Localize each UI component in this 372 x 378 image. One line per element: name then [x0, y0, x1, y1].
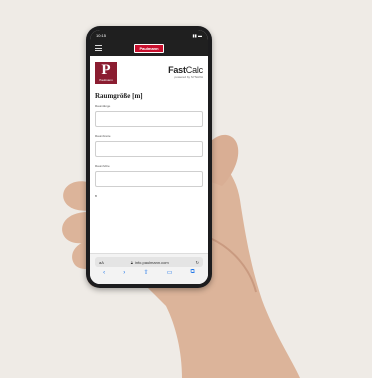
photo-scene: 10:15 ▮▮ ▬ Paulmann P Paulmann FastCalc …: [0, 0, 372, 378]
forward-icon[interactable]: ›: [123, 270, 125, 276]
logo-row: P Paulmann FastCalc powered by SYNAXA: [90, 56, 208, 86]
field-room-length: Raumlänge: [90, 104, 208, 127]
logo-sub: Paulmann: [99, 78, 113, 82]
field-label: Raumlänge: [95, 104, 111, 108]
field-label: Raumhöhe: [95, 164, 110, 168]
brand-logo-pill[interactable]: Paulmann: [134, 43, 164, 53]
signal-battery-icons: ▮▮ ▬: [192, 32, 202, 38]
share-icon[interactable]: ⇧: [143, 269, 148, 276]
fastcalc-bold: Fast: [168, 65, 186, 75]
field-label: Raumbreite: [95, 134, 111, 138]
hamburger-menu-icon[interactable]: [95, 45, 102, 51]
phone-screen: 10:15 ▮▮ ▬ Paulmann P Paulmann FastCalc …: [90, 30, 208, 284]
fastcalc-logo: FastCalc powered by SYNAXA: [168, 65, 203, 79]
status-time: 10:15: [96, 32, 107, 38]
fastcalc-light: Calc: [185, 65, 203, 75]
reader-mode-button[interactable]: aA: [99, 260, 104, 265]
browser-toolbar: aA 🔒︎ info.paulmann.com ↻ ‹ › ⇧ ▭ ⧉: [90, 253, 208, 284]
form-title: Raumgröße [m]: [95, 92, 143, 100]
field-room-width: Raumbreite: [90, 134, 208, 157]
site-header: Paulmann: [90, 40, 208, 56]
room-height-input[interactable]: [95, 171, 203, 187]
field-room-height: Raumhöhe: [90, 164, 208, 187]
logo-letter: P: [101, 62, 111, 78]
next-section-label: B: [95, 194, 98, 198]
status-bar: 10:15 ▮▮ ▬: [90, 30, 208, 40]
browser-nav: ‹ › ⇧ ▭ ⧉: [90, 269, 208, 276]
tabs-icon[interactable]: ⧉: [191, 269, 195, 276]
bookmarks-icon[interactable]: ▭: [167, 269, 173, 276]
smartphone: 10:15 ▮▮ ▬ Paulmann P Paulmann FastCalc …: [86, 26, 212, 288]
fastcalc-tagline: powered by SYNAXA: [174, 75, 203, 79]
reload-icon[interactable]: ↻: [196, 260, 199, 265]
room-length-input[interactable]: [95, 111, 203, 127]
paulmann-logo: P Paulmann: [95, 62, 117, 84]
address-bar[interactable]: aA 🔒︎ info.paulmann.com ↻: [95, 257, 203, 267]
lock-icon: 🔒︎: [130, 259, 133, 265]
url-text: info.paulmann.com: [134, 259, 169, 265]
room-width-input[interactable]: [95, 141, 203, 157]
back-icon[interactable]: ‹: [103, 270, 105, 276]
